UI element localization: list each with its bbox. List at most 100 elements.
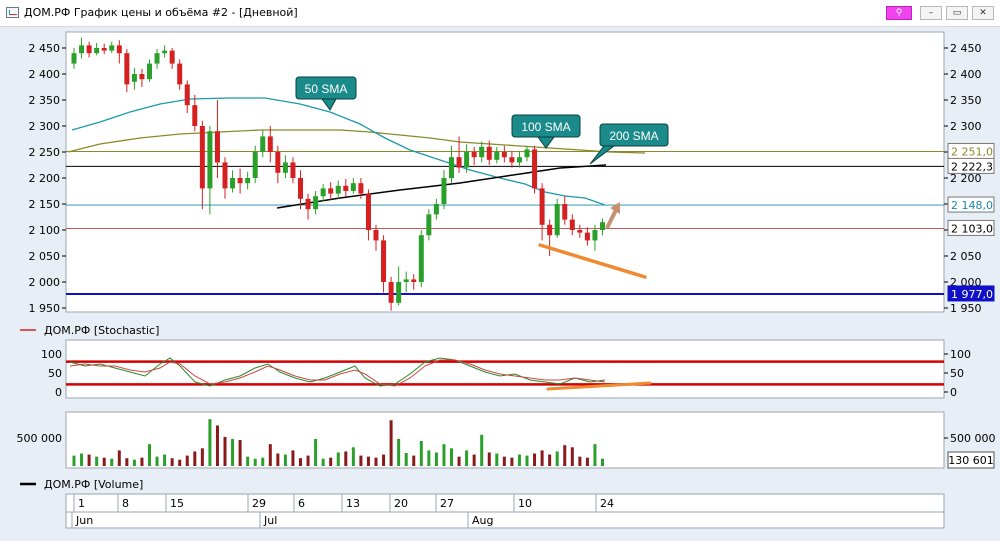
time-axis-day-label: 27 — [440, 497, 454, 510]
pin-button[interactable]: ⚲ — [886, 6, 912, 20]
volume-bar — [502, 456, 506, 466]
stochastic-y-tick-left: 100 — [41, 348, 62, 361]
candle-body — [479, 146, 485, 158]
candle-body — [562, 204, 568, 220]
price-y-tick-right: 1 950 — [950, 302, 982, 315]
candle-body — [592, 230, 598, 241]
candle-body — [305, 198, 311, 210]
volume-bar — [148, 444, 151, 466]
volume-bar — [570, 447, 574, 466]
volume-bar — [495, 453, 499, 466]
volume-bar — [366, 456, 370, 466]
volume-bar — [517, 454, 521, 466]
volume-bar — [102, 457, 106, 466]
candle-body — [449, 157, 454, 178]
window-title: ДОМ.РФ График цены и объёма #2 - [Дневно… — [24, 6, 298, 19]
candle-body — [169, 50, 175, 64]
time-axis-day-label: 15 — [170, 497, 184, 510]
time-axis-day-label: 29 — [252, 497, 266, 510]
time-axis-day-label: 10 — [518, 497, 532, 510]
time-axis-day-label: 24 — [600, 497, 614, 510]
candle-body — [433, 204, 439, 215]
price-y-tick-left: 2 250 — [29, 146, 61, 159]
candle-body — [71, 53, 77, 64]
candle-body — [441, 178, 447, 204]
volume-bar — [404, 453, 408, 466]
price-y-tick-left: 1 950 — [29, 302, 61, 315]
window-titlebar: ДОМ.РФ График цены и объёма #2 - [Дневно… — [0, 0, 1000, 27]
candle-body — [199, 126, 205, 189]
volume-bar — [389, 420, 393, 466]
price-y-tick-left: 2 350 — [29, 94, 61, 107]
volume-bar — [125, 458, 129, 466]
volume-bar — [351, 447, 355, 466]
candle-body — [214, 131, 220, 163]
price-y-tick-left: 2 300 — [29, 120, 61, 133]
volume-bar — [525, 455, 529, 466]
candle-body — [184, 84, 190, 106]
candle-body — [290, 162, 296, 178]
volume-bar — [427, 450, 431, 466]
svg-text:200 SMA: 200 SMA — [609, 129, 658, 143]
volume-bar — [193, 451, 197, 466]
volume-bar — [178, 459, 182, 466]
volume-bar — [200, 448, 204, 466]
candle-body — [230, 178, 236, 189]
candle-body — [124, 53, 130, 85]
volume-bar — [397, 438, 401, 466]
candle-body — [396, 282, 402, 303]
candle-body — [516, 157, 522, 163]
time-axis-day-label: 13 — [346, 497, 360, 510]
volume-bar — [382, 454, 386, 466]
candle-body — [343, 185, 349, 191]
stochastic-y-tick-left: 0 — [55, 386, 62, 399]
candle-body — [101, 48, 107, 51]
price-pane[interactable] — [65, 31, 945, 313]
candle-body — [456, 157, 462, 168]
candle-body — [147, 63, 152, 80]
price-y-tick-right: 2 350 — [950, 94, 982, 107]
candle-body — [79, 45, 85, 54]
volume-bar — [555, 451, 559, 466]
close-button[interactable]: ✕ — [972, 6, 994, 20]
maximize-button[interactable]: ▭ — [946, 6, 968, 20]
time-axis-month-label: Jun — [75, 514, 93, 527]
candle-body — [335, 185, 341, 194]
time-axis-day-label: 1 — [78, 497, 85, 510]
candle-body — [524, 149, 530, 158]
candle-body — [486, 146, 492, 160]
candle-body — [464, 152, 470, 168]
candle-body — [554, 204, 560, 236]
volume-bar — [276, 453, 280, 466]
volume-bar — [110, 458, 114, 466]
volume-bar — [208, 419, 212, 466]
candle-body — [358, 183, 364, 194]
candle-body — [267, 136, 273, 152]
volume-bar — [374, 457, 378, 466]
volume-bar — [299, 458, 302, 466]
time-axis[interactable] — [65, 493, 945, 529]
stochastic-legend: ДОМ.РФ [Stochastic] — [44, 324, 159, 337]
candle-body — [154, 53, 160, 64]
volume-bar — [359, 455, 363, 466]
candle-body — [139, 74, 145, 80]
volume-bar — [472, 454, 476, 466]
candle-body — [320, 188, 326, 197]
volume-bar — [238, 440, 242, 466]
candle-body — [237, 178, 243, 184]
stochastic-pane[interactable] — [65, 339, 945, 399]
stochastic-y-tick-right: 100 — [950, 348, 971, 361]
volume-bar — [419, 441, 423, 466]
candle-body — [547, 224, 553, 236]
volume-bar — [80, 453, 84, 466]
candle-body — [365, 193, 371, 230]
volume-y-tick-left: 500 000 — [17, 432, 63, 445]
volume-bar — [291, 450, 295, 466]
candle-body — [411, 279, 417, 282]
chart-area[interactable]: 2 450 2 400 2 350 2 300 2 250 2 200 2 150 2 100… — [0, 26, 1000, 541]
price-y-tick-left: 2 400 — [29, 68, 61, 81]
price-y-tick-left: 2 000 — [29, 276, 61, 289]
volume-bar — [117, 450, 121, 466]
minimize-button[interactable]: – — [920, 6, 942, 20]
candle-body — [207, 131, 213, 189]
